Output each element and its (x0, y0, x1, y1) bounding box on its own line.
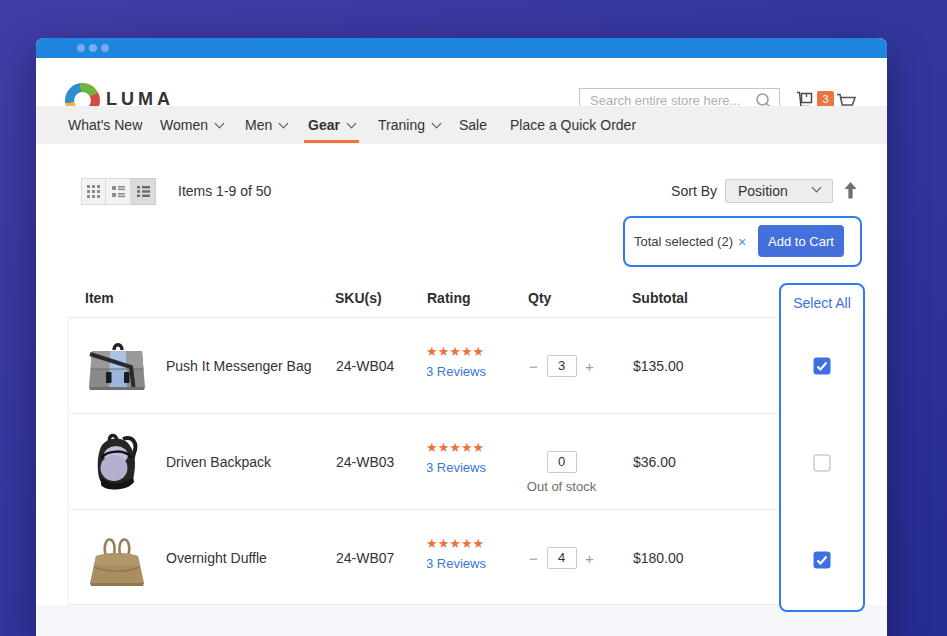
qty-decrease-button[interactable]: − (527, 358, 541, 375)
clear-selection-icon[interactable]: × (738, 234, 746, 250)
grid-view-button[interactable] (81, 178, 106, 205)
table-row: Push It Messenger Bag 24-WB04 ★★★★★ 3 Re… (69, 318, 861, 414)
col-header-subtotal: Subtotal (632, 290, 688, 306)
chevron-down-icon (346, 118, 356, 128)
reviews-link[interactable]: 3 Reviews (426, 556, 486, 571)
window-titlebar (36, 38, 887, 58)
qty-increase-button[interactable]: + (583, 550, 597, 567)
product-image-messenger-bag[interactable] (85, 334, 149, 398)
active-nav-underline (304, 140, 359, 143)
site-header: LUMA 3 (36, 58, 887, 106)
chevron-down-icon (432, 118, 442, 128)
product-image-backpack[interactable] (85, 430, 149, 494)
add-to-cart-button[interactable]: Add to Cart (758, 225, 844, 257)
product-sku: 24-WB04 (336, 358, 394, 374)
product-image-duffle[interactable] (85, 526, 149, 590)
qty-input[interactable]: 0 (547, 451, 577, 473)
window-dot-1[interactable] (77, 44, 85, 52)
reviews-link[interactable]: 3 Reviews (426, 364, 486, 379)
row-checkbox-checked[interactable] (813, 551, 831, 569)
window-dot-3[interactable] (101, 44, 109, 52)
nav-traning[interactable]: Traning (378, 106, 440, 144)
rating-stars: ★★★★★ (426, 440, 484, 455)
col-header-item: Item (85, 290, 114, 306)
product-table: Push It Messenger Bag 24-WB04 ★★★★★ 3 Re… (68, 317, 860, 605)
nav-women[interactable]: Women (160, 106, 223, 144)
rating-stars: ★★★★★ (426, 344, 484, 359)
grid-list-view-button[interactable] (106, 178, 131, 205)
qty-cell: − 3 + (519, 318, 604, 414)
product-name[interactable]: Push It Messenger Bag (166, 358, 312, 374)
select-all-link[interactable]: Select All (781, 295, 863, 311)
product-sku: 24-WB03 (336, 454, 394, 470)
rating-stars: ★★★★★ (426, 536, 484, 551)
qty-increase-button[interactable]: + (583, 358, 597, 375)
reviews-link[interactable]: 3 Reviews (426, 460, 486, 475)
nav-place-quick-order[interactable]: Place a Quick Order (510, 106, 636, 144)
stock-status: Out of stock (527, 479, 596, 494)
selection-summary-box: Total selected (2) × Add to Cart (623, 216, 862, 267)
list-view-button[interactable] (131, 178, 156, 205)
table-row: Overnight Duffle 24-WB07 ★★★★★ 3 Reviews… (69, 510, 861, 606)
qty-input[interactable]: 3 (547, 355, 577, 377)
subtotal-value: $180.00 (633, 550, 684, 566)
chevron-down-icon (812, 183, 822, 193)
product-name[interactable]: Driven Backpack (166, 454, 271, 470)
nav-sale[interactable]: Sale (459, 106, 487, 144)
view-mode-switcher (81, 178, 156, 205)
col-header-qty: Qty (528, 290, 551, 306)
row-checkbox-checked[interactable] (813, 357, 831, 375)
row-checkbox-unchecked[interactable] (813, 454, 831, 472)
nav-gear[interactable]: Gear (308, 106, 355, 144)
total-selected-label: Total selected (2) (634, 234, 733, 249)
nav-whats-new[interactable]: What's New (68, 106, 142, 144)
chevron-down-icon (215, 118, 225, 128)
window-dot-2[interactable] (89, 44, 97, 52)
main-nav: What's New Women Men Gear Traning Sale P… (36, 106, 887, 144)
col-header-rating: Rating (427, 290, 471, 306)
col-header-sku: SKU(s) (335, 290, 382, 306)
sort-by-select[interactable]: Position (725, 179, 833, 203)
page-footer-area (36, 605, 887, 636)
browser-window: LUMA 3 What's New Women Men Gear Traning… (36, 38, 887, 636)
qty-input[interactable]: 4 (547, 547, 577, 569)
chevron-down-icon (279, 118, 289, 128)
table-row: Driven Backpack 24-WB03 ★★★★★ 3 Reviews … (69, 414, 861, 510)
subtotal-value: $135.00 (633, 358, 684, 374)
sort-direction-button[interactable] (844, 182, 857, 199)
qty-decrease-button[interactable]: − (527, 550, 541, 567)
subtotal-value: $36.00 (633, 454, 676, 470)
product-name[interactable]: Overnight Duffle (166, 550, 267, 566)
items-count: Items 1-9 of 50 (178, 178, 271, 205)
qty-cell: 0 Out of stock (519, 414, 604, 510)
nav-men[interactable]: Men (245, 106, 287, 144)
sort-by-label: Sort By (643, 178, 717, 205)
select-column-panel: Select All (779, 283, 865, 612)
product-sku: 24-WB07 (336, 550, 394, 566)
qty-cell: − 4 + (519, 510, 604, 606)
